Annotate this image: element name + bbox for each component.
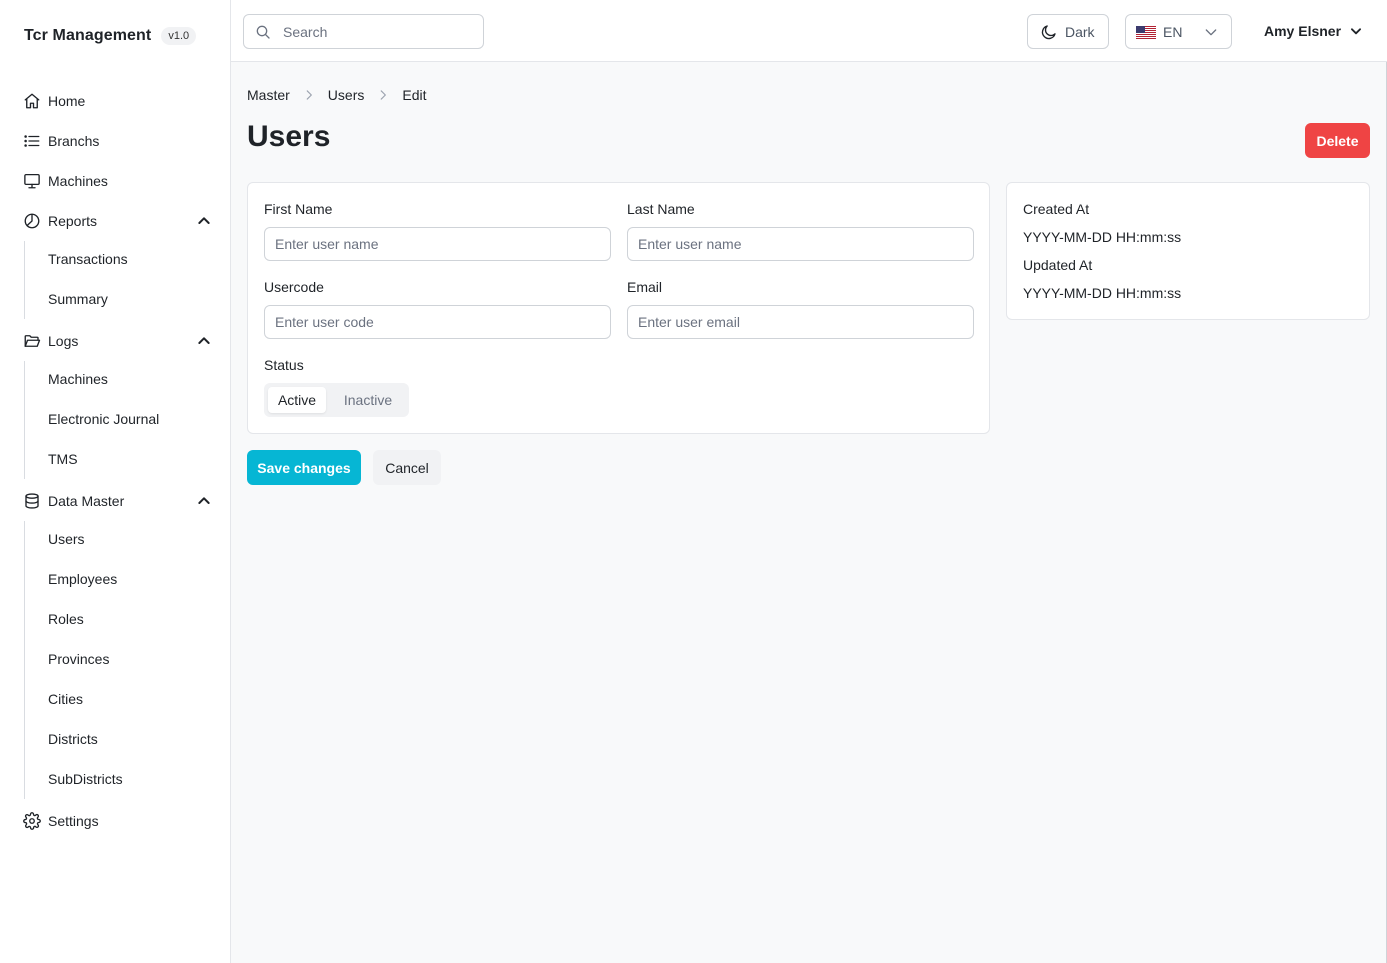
email-input[interactable] — [627, 305, 974, 339]
search-box[interactable] — [243, 14, 484, 49]
folder-open-icon — [23, 332, 41, 350]
usercode-input[interactable] — [264, 305, 611, 339]
sidebar-item-label: Machines — [48, 371, 108, 387]
app-title: Tcr Management — [24, 27, 152, 44]
page-title: Users — [247, 120, 331, 153]
chevron-right-icon — [376, 88, 390, 102]
sidebar-item-tms[interactable]: TMS — [0, 439, 231, 479]
sidebar-item-label: Reports — [48, 213, 98, 229]
monitor-icon — [23, 172, 41, 190]
delete-button[interactable]: Delete — [1305, 123, 1370, 158]
sidebar-item-branchs[interactable]: Branchs — [0, 121, 231, 161]
sidebar-item-label: Electronic Journal — [48, 411, 160, 427]
user-name: Amy Elsner — [1264, 23, 1342, 39]
sidebar-item-label: Branchs — [48, 133, 100, 149]
breadcrumb-item-edit: Edit — [402, 87, 427, 103]
home-icon — [23, 92, 41, 110]
status-option-active[interactable]: Active — [268, 387, 326, 413]
sidebar-item-label: Provinces — [48, 651, 110, 667]
topbar: Dark EN Amy Elsner — [231, 0, 1387, 62]
search-icon — [255, 24, 271, 40]
sidebar-item-label: Transactions — [48, 251, 128, 267]
sidebar-item-label: Users — [48, 531, 85, 547]
sidebar-item-label: TMS — [48, 451, 78, 467]
chevron-up-icon — [196, 493, 212, 509]
list-icon — [23, 132, 41, 150]
pie-chart-icon — [23, 212, 41, 230]
chevron-right-icon — [302, 88, 316, 102]
sidebar-item-label: Home — [48, 93, 86, 109]
user-menu[interactable]: Amy Elsner — [1264, 20, 1363, 42]
sidebar-item-summary[interactable]: Summary — [0, 279, 231, 319]
sidebar: Tcr Management v1.0 Home Branchs Machine… — [0, 0, 231, 963]
brand: Tcr Management v1.0 — [24, 27, 197, 45]
theme-toggle-label: Dark — [1065, 23, 1095, 40]
email-label: Email — [627, 279, 663, 295]
language-select[interactable]: EN — [1125, 14, 1232, 49]
database-icon — [23, 492, 41, 510]
first-name-label: First Name — [264, 201, 333, 217]
sidebar-item-roles[interactable]: Roles — [0, 599, 231, 639]
language-label: EN — [1163, 24, 1183, 40]
breadcrumb: Master Users Edit — [247, 87, 426, 103]
updated-at-label: Updated At — [1023, 257, 1093, 273]
sidebar-item-users[interactable]: Users — [0, 519, 231, 559]
chevron-down-icon — [1203, 24, 1219, 40]
breadcrumb-item-master[interactable]: Master — [247, 87, 290, 103]
last-name-label: Last Name — [627, 201, 695, 217]
user-form-card: First Name Last Name Usercode Email Stat… — [247, 182, 990, 434]
version-badge: v1.0 — [161, 27, 197, 45]
created-at-label: Created At — [1023, 201, 1090, 217]
sidebar-item-label: Data Master — [48, 493, 125, 509]
sidebar-item-label: Settings — [48, 813, 99, 829]
sidebar-item-provinces[interactable]: Provinces — [0, 639, 231, 679]
last-name-input[interactable] — [627, 227, 974, 261]
sidebar-item-label: Employees — [48, 571, 118, 587]
sidebar-item-logs[interactable]: Logs — [0, 321, 231, 361]
theme-toggle-button[interactable]: Dark — [1027, 14, 1109, 49]
created-at-value: YYYY-MM-DD HH:mm:ss — [1023, 229, 1182, 245]
sidebar-item-label: Cities — [48, 691, 84, 707]
sidebar-item-transactions[interactable]: Transactions — [0, 239, 231, 279]
first-name-input[interactable] — [264, 227, 611, 261]
sidebar-item-electronic-journal[interactable]: Electronic Journal — [0, 399, 231, 439]
breadcrumb-item-users[interactable]: Users — [328, 87, 365, 103]
sidebar-item-label: Logs — [48, 333, 79, 349]
sidebar-item-label: Summary — [48, 291, 108, 307]
sidebar-item-cities[interactable]: Cities — [0, 679, 231, 719]
timestamps-card: Created At YYYY-MM-DD HH:mm:ss Updated A… — [1006, 182, 1370, 320]
status-option-inactive[interactable]: Inactive — [330, 387, 406, 413]
status-toggle: Active Inactive — [264, 383, 409, 417]
gear-icon — [23, 812, 41, 830]
sidebar-item-home[interactable]: Home — [0, 81, 231, 121]
sidebar-item-machines[interactable]: Machines — [0, 161, 231, 201]
chevron-up-icon — [196, 213, 212, 229]
sidebar-item-reports[interactable]: Reports — [0, 201, 231, 241]
updated-at-value: YYYY-MM-DD HH:mm:ss — [1023, 285, 1182, 301]
sidebar-item-label: Machines — [48, 173, 108, 189]
sidebar-item-label: SubDistricts — [48, 771, 123, 787]
moon-icon — [1040, 23, 1058, 41]
status-label: Status — [264, 357, 304, 373]
chevron-up-icon — [196, 333, 212, 349]
usercode-label: Usercode — [264, 279, 324, 295]
sidebar-item-districts[interactable]: Districts — [0, 719, 231, 759]
sidebar-item-label: Roles — [48, 611, 84, 627]
search-input[interactable] — [283, 22, 473, 42]
chevron-down-icon — [1349, 24, 1363, 38]
us-flag-icon — [1136, 26, 1156, 39]
save-changes-button[interactable]: Save changes — [247, 450, 361, 485]
sidebar-item-subdistricts[interactable]: SubDistricts — [0, 759, 231, 799]
sidebar-item-settings[interactable]: Settings — [0, 801, 231, 841]
sidebar-item-data-master[interactable]: Data Master — [0, 481, 231, 521]
sidebar-item-log-machines[interactable]: Machines — [0, 359, 231, 399]
cancel-button[interactable]: Cancel — [373, 450, 441, 485]
sidebar-item-label: Districts — [48, 731, 98, 747]
sidebar-item-employees[interactable]: Employees — [0, 559, 231, 599]
